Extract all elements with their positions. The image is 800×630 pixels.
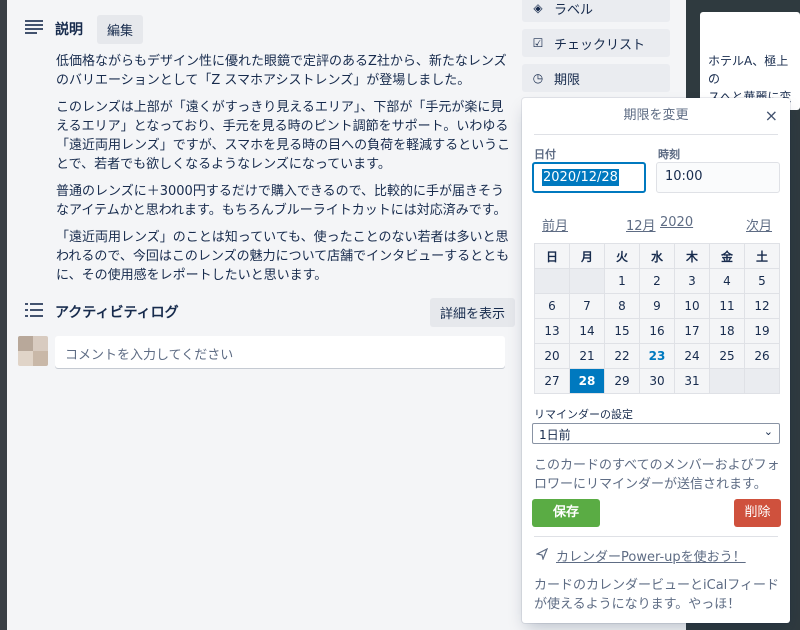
show-details-button[interactable]: 詳細を表示 bbox=[429, 297, 515, 327]
calendar-empty-cell bbox=[569, 268, 605, 294]
calendar-day[interactable]: 10 bbox=[674, 293, 710, 319]
save-button[interactable]: 保存 bbox=[532, 499, 600, 527]
weekday-header: 木 bbox=[674, 243, 710, 269]
chevron-down-icon: ⌄ bbox=[763, 425, 773, 438]
activity-list-icon bbox=[25, 303, 43, 321]
next-month-link[interactable]: 次月 bbox=[746, 215, 772, 234]
send-icon bbox=[535, 547, 549, 564]
calendar-day[interactable]: 25 bbox=[709, 343, 745, 369]
calendar-empty-cell bbox=[534, 268, 570, 294]
reminder-note: このカードのすべてのメンバーおよびフォロワーにリマインダーが送信されます。 bbox=[534, 458, 780, 492]
change-due-date-popup: 期限を変更 × 日付 時刻 2020/12/28 10:00 前月 12月 20… bbox=[522, 98, 790, 623]
avatar[interactable] bbox=[18, 336, 48, 366]
description-icon bbox=[25, 20, 43, 38]
calendar-day[interactable]: 21 bbox=[569, 343, 605, 369]
weekday-header: 水 bbox=[639, 243, 675, 269]
time-label: 時刻 bbox=[658, 148, 680, 161]
calendar-day[interactable]: 29 bbox=[604, 368, 640, 394]
divider bbox=[534, 536, 778, 537]
calendar-day[interactable]: 4 bbox=[709, 268, 745, 294]
description-paragraph: このレンズは上部が「遠くがすっきり見えるエリア」、下部が「手元が楽に見えるエリア… bbox=[56, 100, 511, 172]
description-text[interactable]: 低価格ながらもデザイン性に優れた眼鏡で定評のあるZ社から、新たなレンズのバリエー… bbox=[56, 52, 516, 293]
description-header: 説明 編集 bbox=[25, 14, 144, 44]
calendar-day[interactable]: 11 bbox=[709, 293, 745, 319]
description-paragraph: 「遠近両用レンズ」のことは知っていても、使ったことのない若者は多いと思われるので… bbox=[56, 230, 510, 283]
prev-month-link[interactable]: 前月 bbox=[542, 215, 568, 234]
calendar-day[interactable]: 15 bbox=[604, 318, 640, 344]
calendar-day[interactable]: 3 bbox=[674, 268, 710, 294]
calendar-day[interactable]: 22 bbox=[604, 343, 640, 369]
label-button-text: ラベル bbox=[554, 2, 594, 18]
date-input[interactable]: 2020/12/28 bbox=[532, 162, 646, 193]
calendar-day[interactable]: 19 bbox=[744, 318, 780, 344]
calendar-empty-cell bbox=[709, 368, 745, 394]
date-input-value: 2020/12/28 bbox=[542, 169, 619, 186]
calendar-day[interactable]: 16 bbox=[639, 318, 675, 344]
background-card-line1: ホテルA、極上の bbox=[708, 54, 789, 86]
checklist-button[interactable]: ☑ チェックリスト bbox=[522, 29, 670, 57]
checklist-button-text: チェックリスト bbox=[554, 37, 646, 53]
year-select[interactable]: 2020 bbox=[660, 215, 693, 230]
calendar-day[interactable]: 30 bbox=[639, 368, 675, 394]
activity-title: アクティビティログ bbox=[55, 305, 179, 321]
calendar-day[interactable]: 9 bbox=[639, 293, 675, 319]
background-card[interactable]: ホテルA、極上の スへと華麗に変身 bbox=[700, 12, 800, 122]
reminder-value: 1日前 bbox=[539, 428, 571, 442]
calendar-day[interactable]: 12 bbox=[744, 293, 780, 319]
calendar-day[interactable]: 27 bbox=[534, 368, 570, 394]
reminder-select[interactable]: 1日前 ⌄ bbox=[532, 423, 780, 444]
calendar-day[interactable]: 14 bbox=[569, 318, 605, 344]
calendar-day[interactable]: 1 bbox=[604, 268, 640, 294]
calendar-day[interactable]: 5 bbox=[744, 268, 780, 294]
weekday-header: 金 bbox=[709, 243, 745, 269]
time-input[interactable]: 10:00 bbox=[656, 162, 780, 193]
description-paragraph: 低価格ながらもデザイン性に優れた眼鏡で定評のあるZ社から、新たなレンズのバリエー… bbox=[56, 54, 507, 88]
calendar-day[interactable]: 23 bbox=[639, 343, 675, 369]
tag-icon: ◈ bbox=[533, 1, 543, 15]
description-paragraph: 普通のレンズに＋3000円するだけで購入できるので、比較的に手が届きそうなアイテ… bbox=[56, 184, 507, 218]
calendar-day[interactable]: 17 bbox=[674, 318, 710, 344]
calendar-day[interactable]: 8 bbox=[604, 293, 640, 319]
calendar-day[interactable]: 13 bbox=[534, 318, 570, 344]
weekday-header: 火 bbox=[604, 243, 640, 269]
close-icon[interactable]: × bbox=[765, 106, 778, 125]
edit-description-button[interactable]: 編集 bbox=[97, 14, 144, 44]
calendar-day[interactable]: 26 bbox=[744, 343, 780, 369]
delete-button[interactable]: 削除 bbox=[734, 499, 781, 527]
calendar-day[interactable]: 31 bbox=[674, 368, 710, 394]
calendar-day[interactable]: 6 bbox=[534, 293, 570, 319]
reminder-label: リマインダーの設定 bbox=[534, 408, 633, 421]
calendar-empty-cell bbox=[744, 368, 780, 394]
checkbox-icon: ☑ bbox=[532, 36, 544, 50]
popup-title: 期限を変更 bbox=[623, 108, 689, 123]
clock-icon: ◷ bbox=[532, 71, 544, 85]
calendar-day[interactable]: 2 bbox=[639, 268, 675, 294]
month-select[interactable]: 12月 bbox=[626, 215, 656, 234]
calendar-day[interactable]: 20 bbox=[534, 343, 570, 369]
board-background-left bbox=[0, 0, 7, 630]
weekday-header: 日 bbox=[534, 243, 570, 269]
activity-header: アクティビティログ 詳細を表示 bbox=[25, 297, 515, 327]
calendar-grid: 日月火水木金土 1 2 3 4 5 6 7 8 9 10 11 12 13 14 15 16 17 18 19 20 2… bbox=[534, 243, 780, 394]
powerup-note: カードのカレンダービューとiCalフィードが使えるようになります。やっほ！ bbox=[534, 578, 780, 612]
description-title: 説明 bbox=[55, 22, 83, 38]
calendar-day[interactable]: 18 bbox=[709, 318, 745, 344]
divider bbox=[534, 134, 778, 135]
label-button[interactable]: ◈ ラベル bbox=[522, 0, 670, 22]
date-label: 日付 bbox=[534, 148, 556, 161]
calendar-day[interactable]: 7 bbox=[569, 293, 605, 319]
calendar-powerup-link[interactable]: カレンダーPower-upを使おう！ bbox=[535, 546, 746, 565]
calendar-day[interactable]: 28 bbox=[569, 368, 605, 394]
weekday-header: 月 bbox=[569, 243, 605, 269]
calendar-powerup-text: カレンダーPower-upを使おう！ bbox=[556, 550, 746, 565]
weekday-header: 土 bbox=[744, 243, 780, 269]
due-date-button-text: 期限 bbox=[554, 72, 581, 88]
comment-input[interactable]: コメントを入力してください bbox=[55, 336, 505, 368]
calendar-day[interactable]: 24 bbox=[674, 343, 710, 369]
due-date-button[interactable]: ◷ 期限 bbox=[522, 64, 670, 92]
